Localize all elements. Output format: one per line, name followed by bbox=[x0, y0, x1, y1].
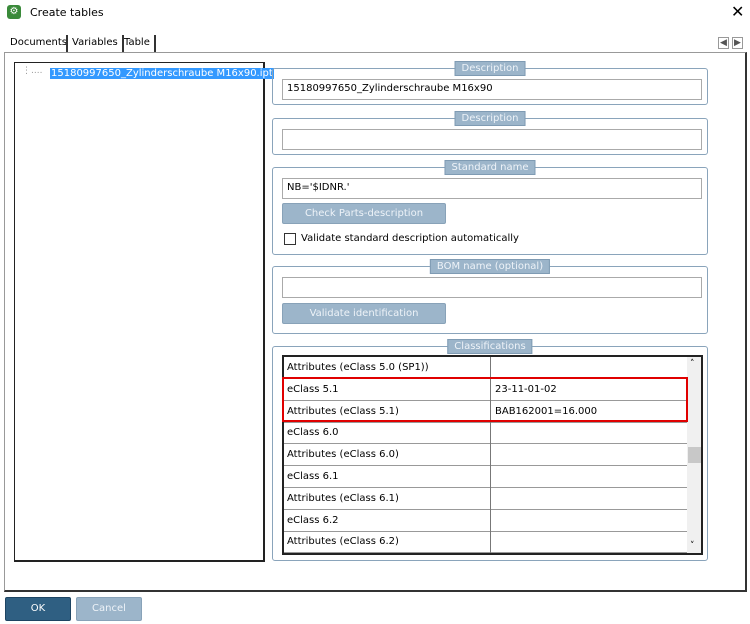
checkbox-label: Validate standard description automatica… bbox=[301, 233, 519, 244]
group-legend: Description bbox=[454, 61, 526, 76]
cancel-button[interactable]: Cancel bbox=[76, 597, 142, 621]
classification-cell[interactable]: eClass 6.1 bbox=[287, 471, 339, 482]
scrollbar-thumb[interactable] bbox=[688, 447, 701, 463]
check-parts-description-button[interactable]: Check Parts-description bbox=[282, 203, 446, 224]
table-row[interactable]: Attributes (eClass 6.1) bbox=[284, 488, 687, 510]
classification-cell[interactable]: eClass 6.2 bbox=[287, 515, 339, 526]
table-row[interactable]: eClass 6.2 bbox=[284, 510, 687, 532]
scroll-down-icon[interactable]: ˅ bbox=[690, 541, 695, 551]
classification-cell[interactable]: Attributes (eClass 5.0 (SP1)) bbox=[287, 362, 429, 373]
document-tree[interactable] bbox=[14, 62, 265, 562]
bom-name-input[interactable] bbox=[282, 277, 702, 298]
table-row[interactable]: Attributes (eClass 6.2) bbox=[284, 531, 687, 553]
scroll-up-icon[interactable]: ˄ bbox=[690, 359, 695, 369]
standard-name-input[interactable]: NB='$IDNR.' bbox=[282, 178, 702, 199]
table-row[interactable]: Attributes (eClass 5.0 (SP1)) bbox=[284, 357, 687, 379]
standard-name-group: Standard name NB='$IDNR.' Check Parts-de… bbox=[272, 160, 708, 255]
scrollbar[interactable]: ˄ ˅ bbox=[687, 357, 701, 553]
tab-scroll-right-button[interactable]: ▶ bbox=[732, 37, 743, 49]
validate-identification-button[interactable]: Validate identification bbox=[282, 303, 446, 324]
window-title: Create tables bbox=[30, 6, 104, 19]
classification-cell[interactable]: Attributes (eClass 6.0) bbox=[287, 449, 399, 460]
tab-scroll-left-button[interactable]: ◀ bbox=[718, 37, 729, 49]
tab-table[interactable]: Table bbox=[120, 35, 156, 52]
classifications-group: Classifications Attributes (eClass 6.2) e… bbox=[272, 339, 708, 561]
classification-cell[interactable]: eClass 6.0 bbox=[287, 427, 339, 438]
tree-item-document[interactable]: 15180997650_Zylinderschraube M16x90.ipt bbox=[50, 68, 274, 79]
bom-name-group: BOM name (optional) Validate identificat… bbox=[272, 259, 708, 334]
tab-documents[interactable]: Documents bbox=[6, 35, 71, 52]
classification-cell[interactable]: Attributes (eClass 6.2) bbox=[287, 536, 399, 547]
description-2-input[interactable] bbox=[282, 129, 702, 150]
description-2-group: Description bbox=[272, 111, 708, 155]
description-input[interactable]: 15180997650_Zylinderschraube M16x90 bbox=[282, 79, 702, 100]
group-legend: BOM name (optional) bbox=[429, 259, 551, 274]
validate-automatically-checkbox[interactable] bbox=[284, 233, 296, 245]
table-row[interactable]: Attributes (eClass 6.0) bbox=[284, 444, 687, 467]
table-row[interactable]: eClass 6.1 bbox=[284, 466, 687, 488]
group-legend: Classifications bbox=[447, 339, 533, 354]
tree-connector: ⋮.... bbox=[22, 66, 43, 76]
description-group: Description 15180997650_Zylinderschraube… bbox=[272, 61, 708, 105]
group-legend: Standard name bbox=[444, 160, 536, 175]
classification-cell[interactable]: Attributes (eClass 6.1) bbox=[287, 493, 399, 504]
close-button[interactable]: ✕ bbox=[731, 2, 744, 21]
highlight-box bbox=[282, 377, 688, 422]
tab-variables[interactable]: Variables bbox=[66, 35, 124, 52]
table-row[interactable]: eClass 6.0 bbox=[284, 422, 687, 445]
ok-button[interactable]: OK bbox=[5, 597, 71, 621]
app-icon: ⚙ bbox=[7, 5, 21, 19]
group-legend: Description bbox=[454, 111, 526, 126]
